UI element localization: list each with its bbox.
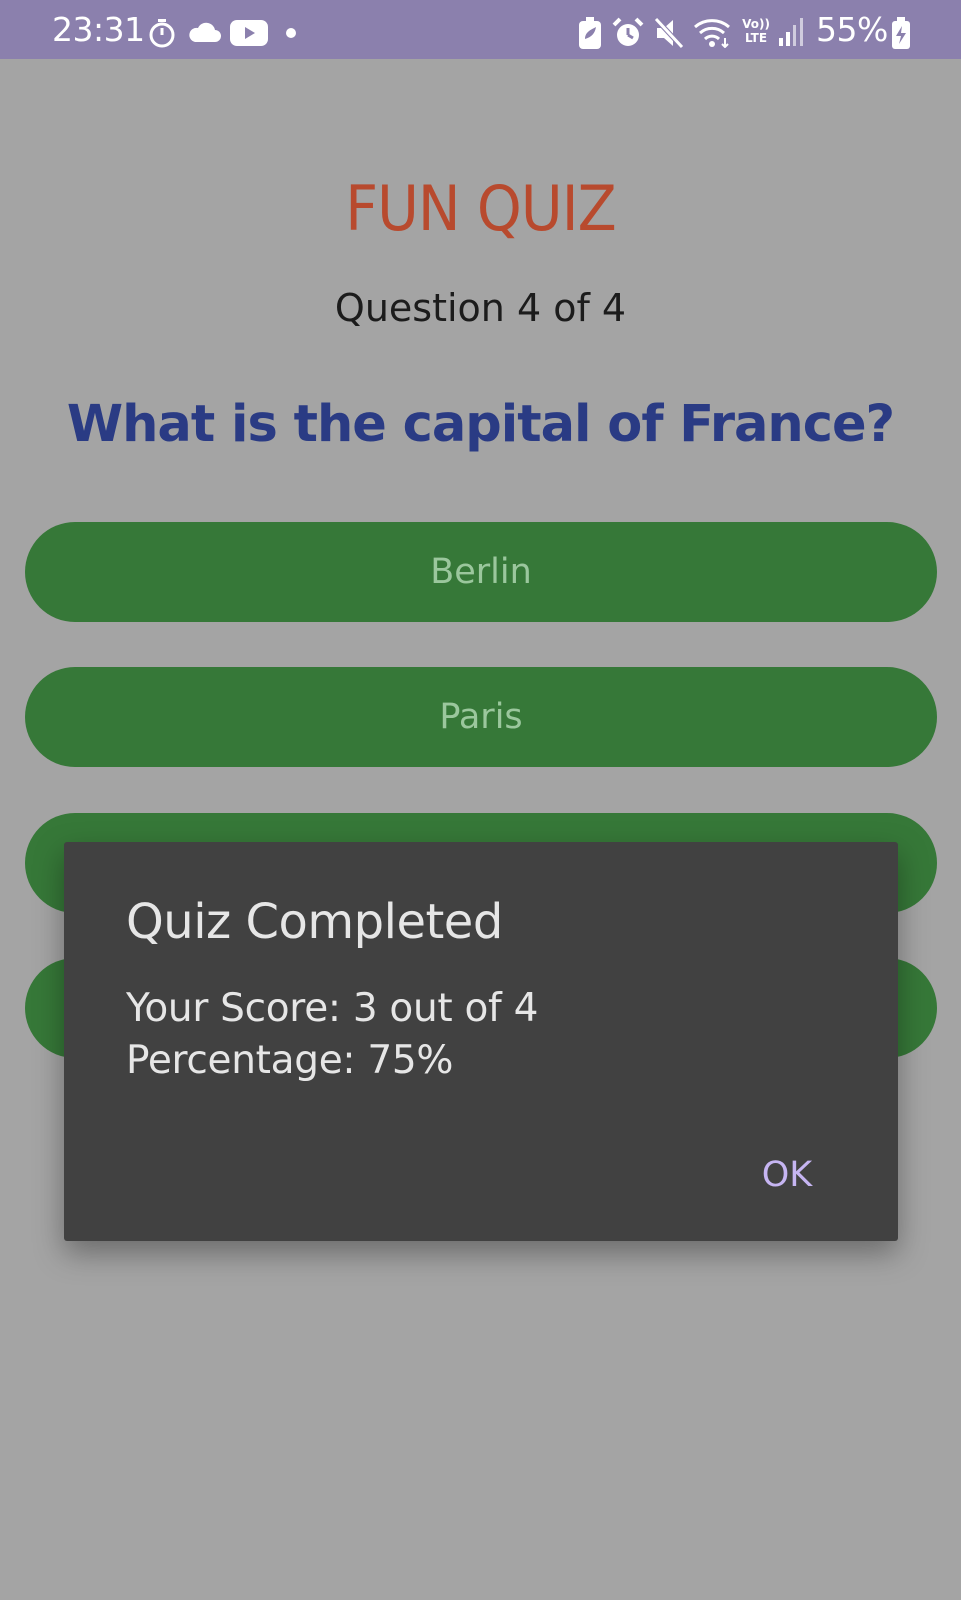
quiz-title: FUN QUIZ (345, 172, 616, 245)
battery-saver-icon (579, 17, 601, 49)
timer-icon (149, 19, 175, 48)
volte-top-label: Vo)) (742, 17, 770, 31)
percentage-text: Percentage: 75% (126, 1038, 454, 1083)
ok-button[interactable]: OK (750, 1150, 824, 1200)
answer-option-2[interactable]: Paris (25, 667, 937, 767)
battery-charging-icon (892, 17, 910, 49)
mute-icon (654, 17, 684, 49)
quiz-completed-dialog: Quiz Completed Your Score: 3 out of 4 Pe… (64, 842, 898, 1241)
battery-percent: 55% (816, 10, 888, 49)
wifi-icon (694, 19, 730, 48)
status-time: 23:31 (52, 10, 145, 49)
dialog-title: Quiz Completed (126, 894, 503, 950)
youtube-icon (230, 20, 268, 46)
cloud-icon (189, 22, 221, 42)
volte-icon: Vo)) LTE (741, 17, 771, 49)
alarm-icon (612, 17, 644, 46)
question-text: What is the capital of France? (66, 395, 895, 454)
notification-dot-icon (286, 28, 296, 38)
signal-icon (779, 18, 803, 46)
status-bar: 23:31 Vo)) LTE 55% (0, 0, 961, 59)
answer-option-1[interactable]: Berlin (25, 522, 937, 622)
score-text: Your Score: 3 out of 4 (126, 986, 539, 1031)
volte-bottom-label: LTE (744, 31, 768, 45)
question-progress: Question 4 of 4 (334, 286, 627, 330)
